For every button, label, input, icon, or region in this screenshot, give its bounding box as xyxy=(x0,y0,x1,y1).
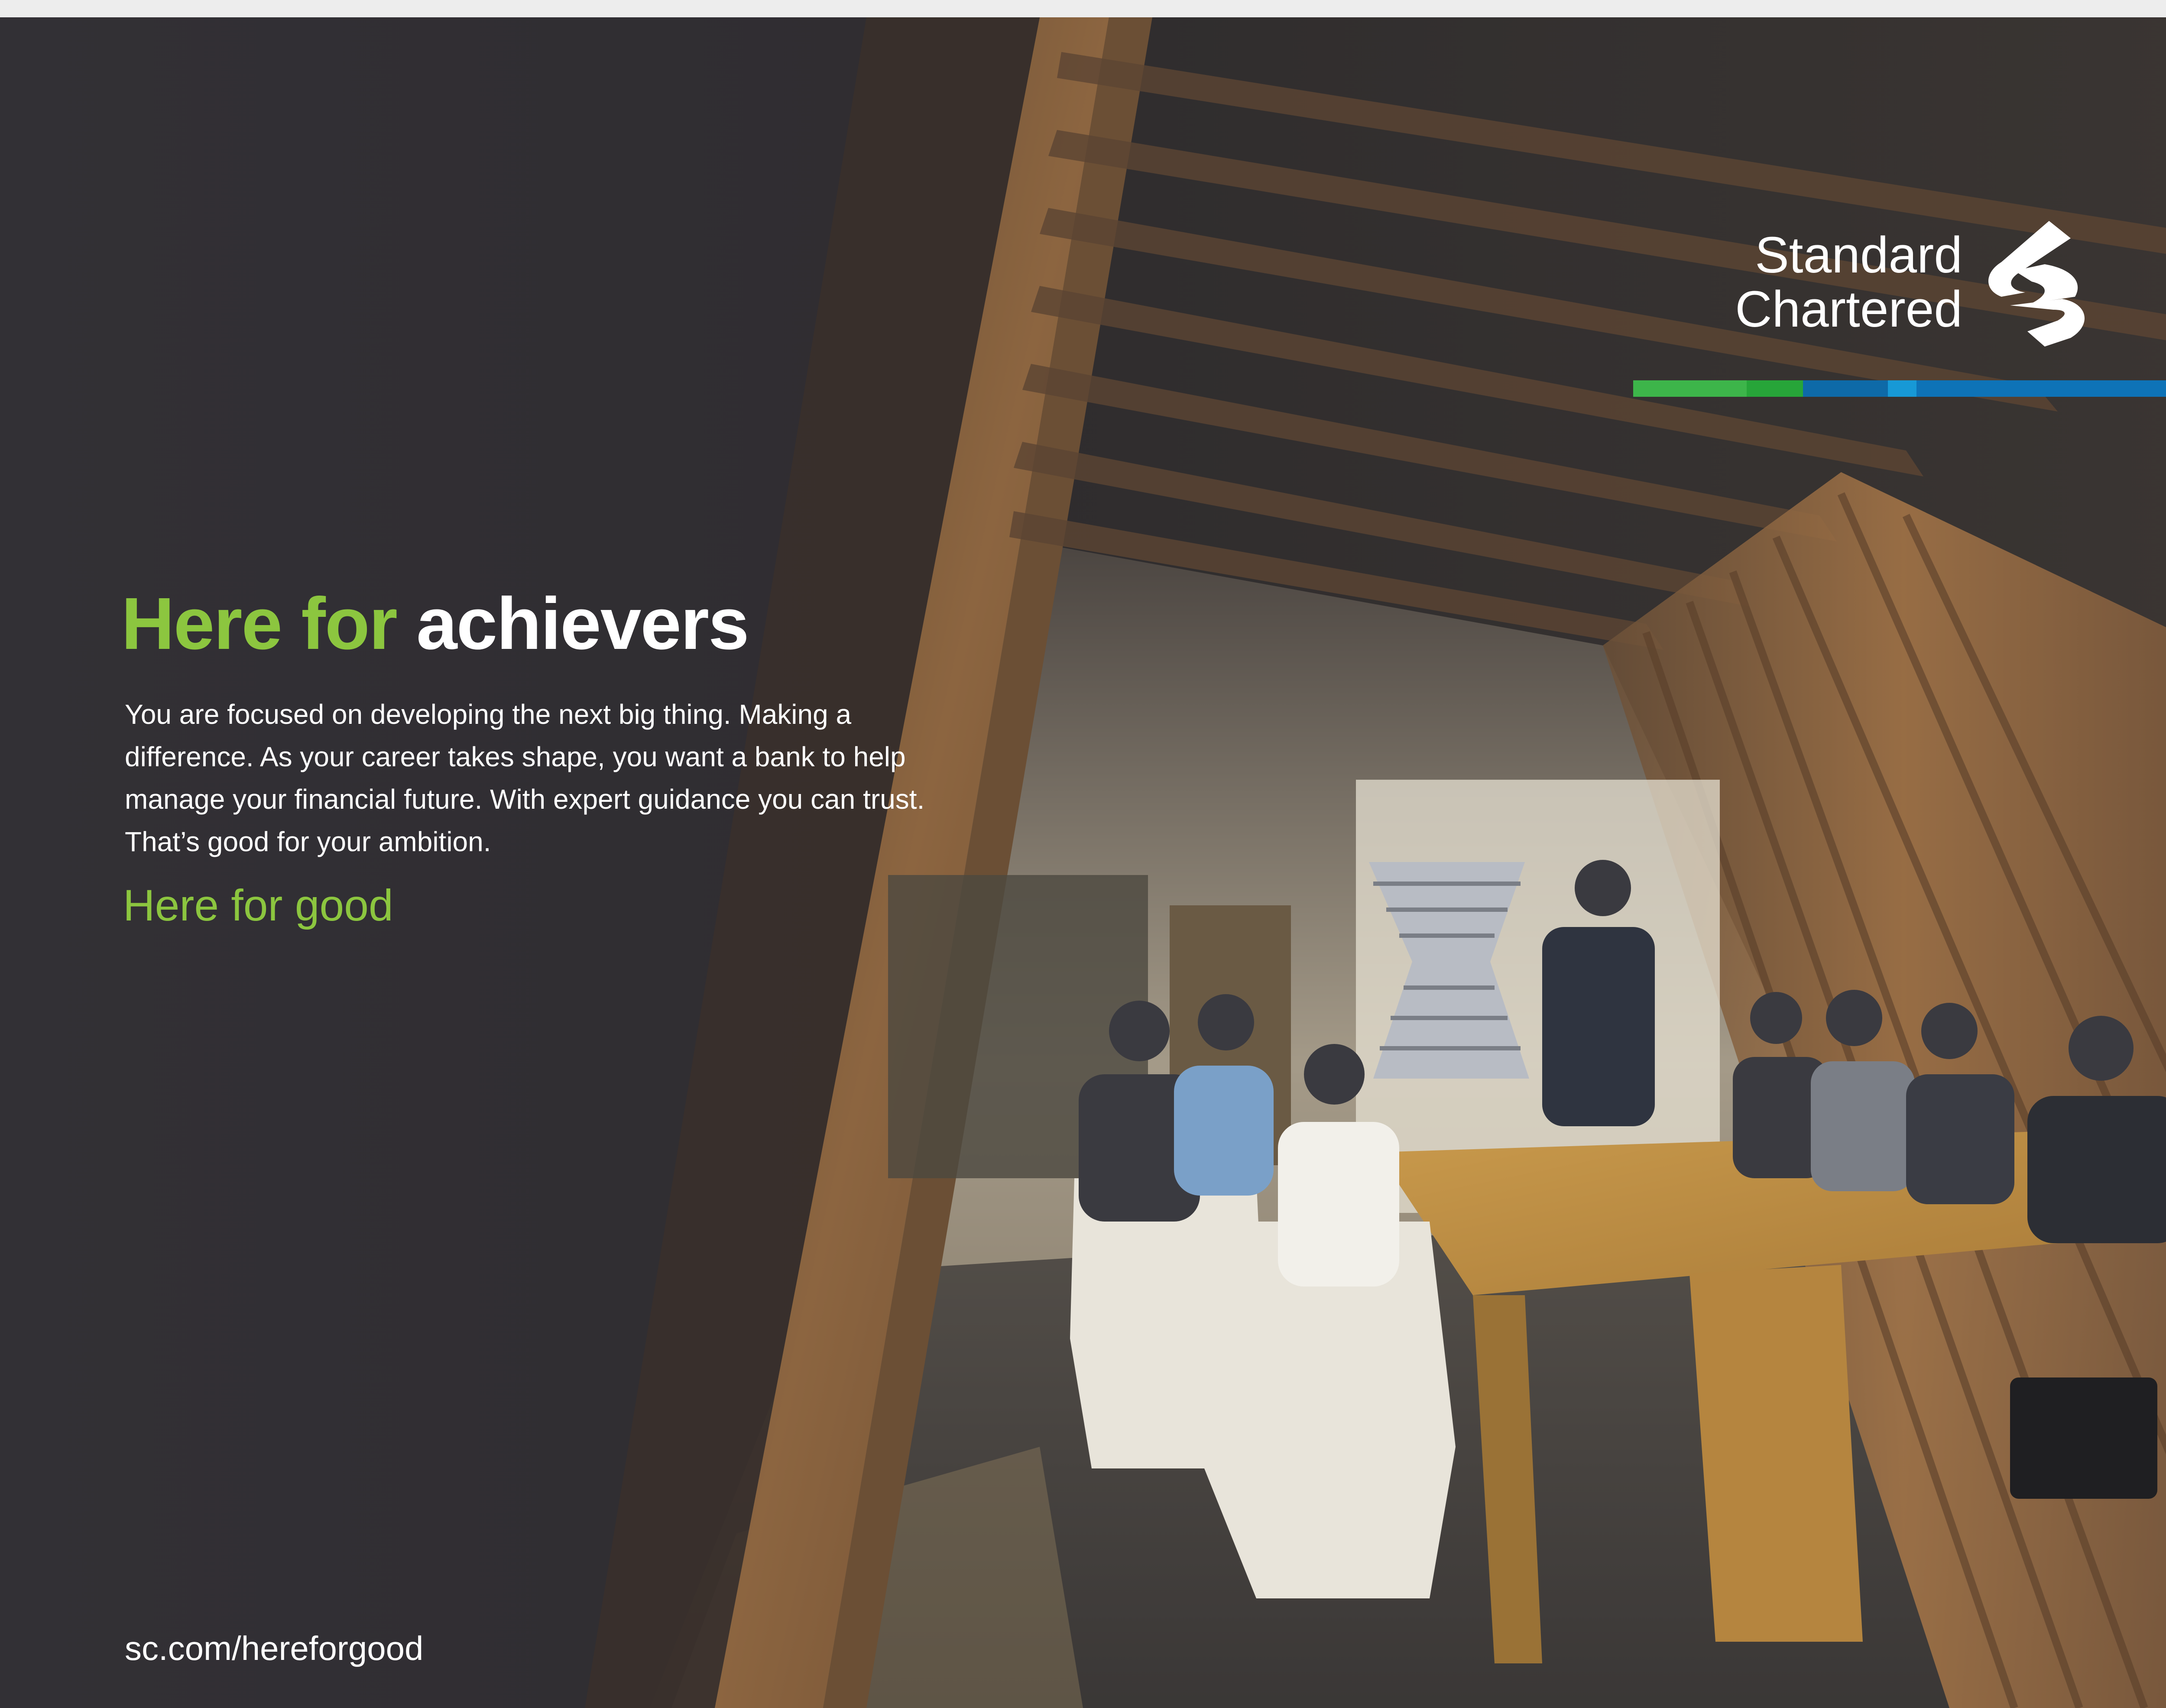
brand-color-bar xyxy=(1633,380,2166,397)
advertisement: Standard Chartered Here for achievers Yo… xyxy=(0,17,2166,1708)
body-line: difference. As your career takes shape, … xyxy=(125,741,906,772)
headline-part-2: achievers xyxy=(416,583,749,665)
headline: Here for achievers xyxy=(121,580,749,667)
brand-bar-segment-blue-2 xyxy=(1916,380,2166,397)
body-copy: You are focused on developing the next b… xyxy=(125,693,1017,863)
brand-bar-segment-blue xyxy=(1803,380,1888,397)
brand-bar-segment-green-2 xyxy=(1747,380,1803,397)
logo-line-1: Standard xyxy=(1755,227,1962,284)
body-line: manage your financial future. With exper… xyxy=(125,784,925,815)
body-line: That’s good for your ambition. xyxy=(125,826,491,857)
brand-bar-segment-green xyxy=(1633,380,1747,397)
body-line: You are focused on developing the next b… xyxy=(125,699,852,730)
logo-line-2: Chartered xyxy=(1735,281,1962,338)
headline-part-1: Here for xyxy=(121,583,417,665)
website-url: sc.com/hereforgood xyxy=(125,1629,424,1667)
logo: Standard Chartered xyxy=(1724,204,2088,347)
brand-bar-segment-light-blue xyxy=(1888,380,1916,397)
standard-chartered-mark-icon xyxy=(1988,221,2085,347)
tagline: Here for good xyxy=(123,881,393,930)
